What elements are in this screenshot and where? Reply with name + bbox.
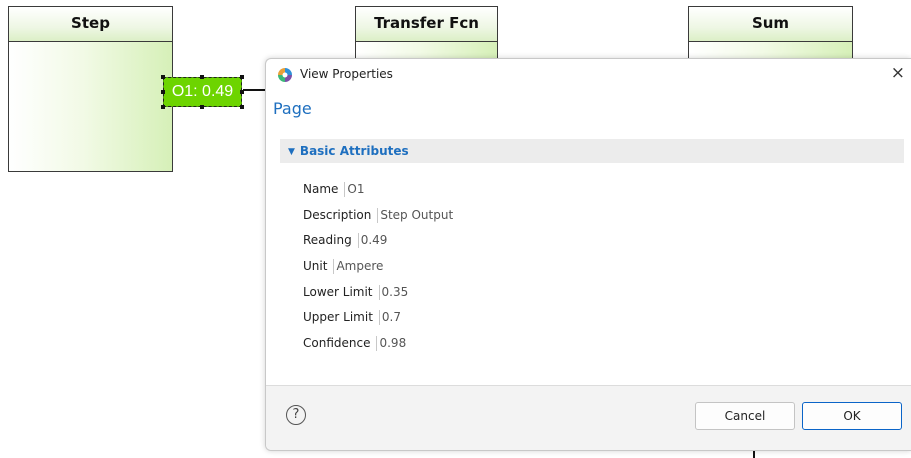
property-value-field[interactable]: 0.35	[378, 284, 408, 300]
transfer-fcn-block-title: Transfer Fcn	[356, 7, 497, 42]
property-row-name: Name O1	[303, 175, 453, 201]
property-row-confidence: Confidence 0.98	[303, 329, 453, 355]
signal-line[interactable]	[243, 89, 267, 91]
property-value-field[interactable]: 0.49	[357, 233, 387, 249]
property-row-upper-limit: Upper Limit 0.7	[303, 303, 453, 329]
chevron-down-icon: ▼	[288, 147, 295, 157]
selection-handle[interactable]	[200, 75, 204, 79]
cancel-button[interactable]: Cancel	[695, 402, 795, 430]
property-value-field[interactable]: 0.7	[378, 310, 401, 326]
section-label: Basic Attributes	[299, 144, 409, 158]
selection-handle[interactable]	[200, 105, 204, 109]
close-icon[interactable]: ×	[891, 63, 905, 83]
selection-handle[interactable]	[240, 90, 244, 94]
property-row-description: Description Step Output	[303, 201, 453, 227]
output-port-tag[interactable]: O1: 0.49	[163, 77, 242, 107]
property-label: Confidence	[303, 336, 371, 351]
selection-handle[interactable]	[240, 105, 244, 109]
property-label: Description	[303, 207, 372, 222]
dialog-title: View Properties	[300, 67, 393, 81]
sum-block-title: Sum	[689, 7, 852, 42]
property-row-lower-limit: Lower Limit 0.35	[303, 278, 453, 304]
property-label: Upper Limit	[303, 310, 373, 325]
dialog-titlebar[interactable]: View Properties ×	[266, 59, 911, 89]
selection-handle[interactable]	[161, 75, 165, 79]
property-label: Reading	[303, 233, 352, 248]
app-logo-icon	[278, 68, 292, 82]
property-label: Name	[303, 182, 339, 196]
property-list: Name O1 Description Step Output Reading 0.4…	[303, 175, 453, 355]
property-value-field[interactable]: 0.98	[376, 336, 406, 352]
step-block[interactable]: Step	[8, 6, 173, 172]
help-icon[interactable]: ?	[286, 405, 306, 425]
property-value-field[interactable]: O1	[344, 182, 365, 197]
property-row-reading: Reading 0.49	[303, 226, 453, 252]
step-block-title: Step	[9, 7, 172, 42]
basic-attributes-section-toggle[interactable]: ▼ Basic Attributes	[280, 139, 904, 163]
property-value-field[interactable]: Ampere	[333, 259, 383, 275]
dialog-footer: ? Cancel OK	[266, 386, 911, 450]
ok-button[interactable]: OK	[802, 402, 902, 430]
view-properties-dialog: View Properties × Page ▼ Basic Attributes…	[265, 58, 911, 451]
property-row-unit: Unit Ampere	[303, 252, 453, 278]
property-value-field[interactable]: Step Output	[377, 207, 453, 223]
property-label: Unit	[303, 259, 328, 274]
selection-handle[interactable]	[161, 90, 165, 94]
property-label: Lower Limit	[303, 284, 373, 299]
selection-handle[interactable]	[161, 105, 165, 109]
page-title: Page	[273, 99, 312, 118]
selection-handle[interactable]	[240, 75, 244, 79]
